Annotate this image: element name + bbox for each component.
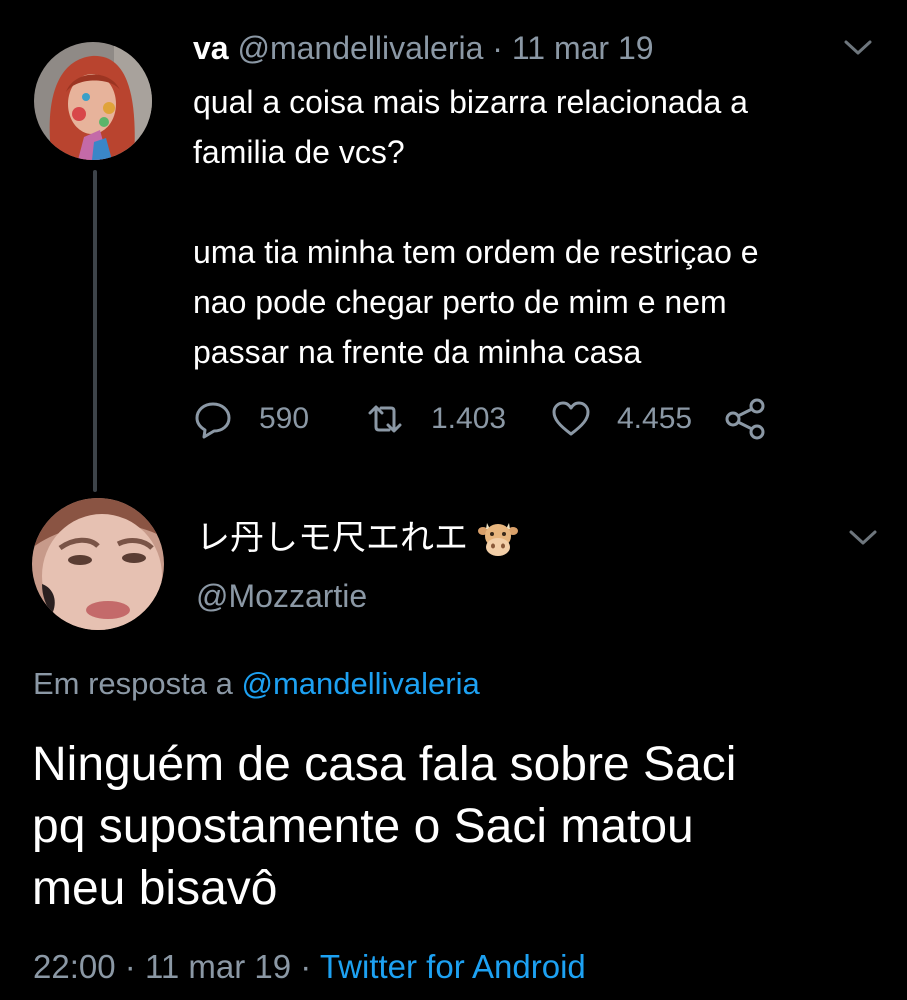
tweet1-line: uma tia minha tem ordem de restriçao e [193,234,759,270]
like-icon [552,401,590,436]
retweet-count: 1.403 [431,402,507,435]
share-icon [725,398,765,440]
tweet2-time[interactable]: 22:00 [33,948,116,985]
tweet2-line: Ninguém de casa fala sobre Saci [32,738,737,791]
tweet1-date[interactable]: 11 mar 19 [512,30,654,66]
reply-count: 590 [259,402,310,435]
retweet-button[interactable]: 1.403 [365,395,506,443]
reply-button[interactable]: 590 [193,395,309,443]
tweet2-line: meu bisavô [32,862,278,915]
tweet1-line: familia de vcs? [193,134,405,170]
tweet2-line: pq supostamente o Saci matou [32,800,694,853]
avatar-image [32,498,164,630]
share-button[interactable] [723,395,767,443]
tweet2-date[interactable]: 11 mar 19 [145,948,291,985]
chevron-down-icon[interactable] [848,528,878,548]
reply-context: Em resposta a @mandellivaleria [33,666,480,702]
tweet1-line-blank [193,177,893,227]
avatar-mandellivaleria[interactable] [34,42,152,160]
retweet-icon [368,405,402,433]
tweet2-author-name-row: レ丹しモ尺エれエ [196,516,518,560]
tweet1-separator: · [492,30,503,66]
tweet2-author-handle[interactable]: @Mozzartie [196,578,367,615]
like-count: 4.455 [617,402,693,435]
reply-to-link[interactable]: @mandellivaleria [242,666,480,701]
tweet2-source-link[interactable]: Twitter for Android [320,948,586,985]
meta-separator: · [300,948,312,985]
tweet1-author-handle[interactable]: @mandellivaleria [237,30,483,66]
tweet1-line: nao pode chegar perto de mim e nem [193,284,727,320]
thread-connector-line [93,170,97,492]
tweet1-header: va @mandellivaleria · 11 mar 19 [193,28,654,68]
tweet1-author-name[interactable]: va [193,30,229,66]
meta-separator: · [124,948,136,985]
avatar-image [34,42,152,160]
reply-icon [195,402,231,439]
tweet1-line: passar na frente da minha casa [193,334,642,370]
like-button[interactable]: 4.455 [551,395,692,443]
reply-prefix: Em resposta a [33,666,233,701]
tweet2-text: Ninguém de casa fala sobre Saci pq supos… [32,734,882,920]
tweet1-text: qual a coisa mais bizarra relacionada a … [193,77,893,377]
cow-face-icon [478,519,518,557]
avatar-mozzartie[interactable] [32,498,164,630]
tweet2-author-name[interactable]: レ丹しモ尺エれエ [196,516,468,560]
tweet2-metadata: 22:00 · 11 mar 19 · Twitter for Android [33,948,586,986]
tweet1-line: qual a coisa mais bizarra relacionada a [193,84,748,120]
chevron-down-icon[interactable] [843,38,873,58]
